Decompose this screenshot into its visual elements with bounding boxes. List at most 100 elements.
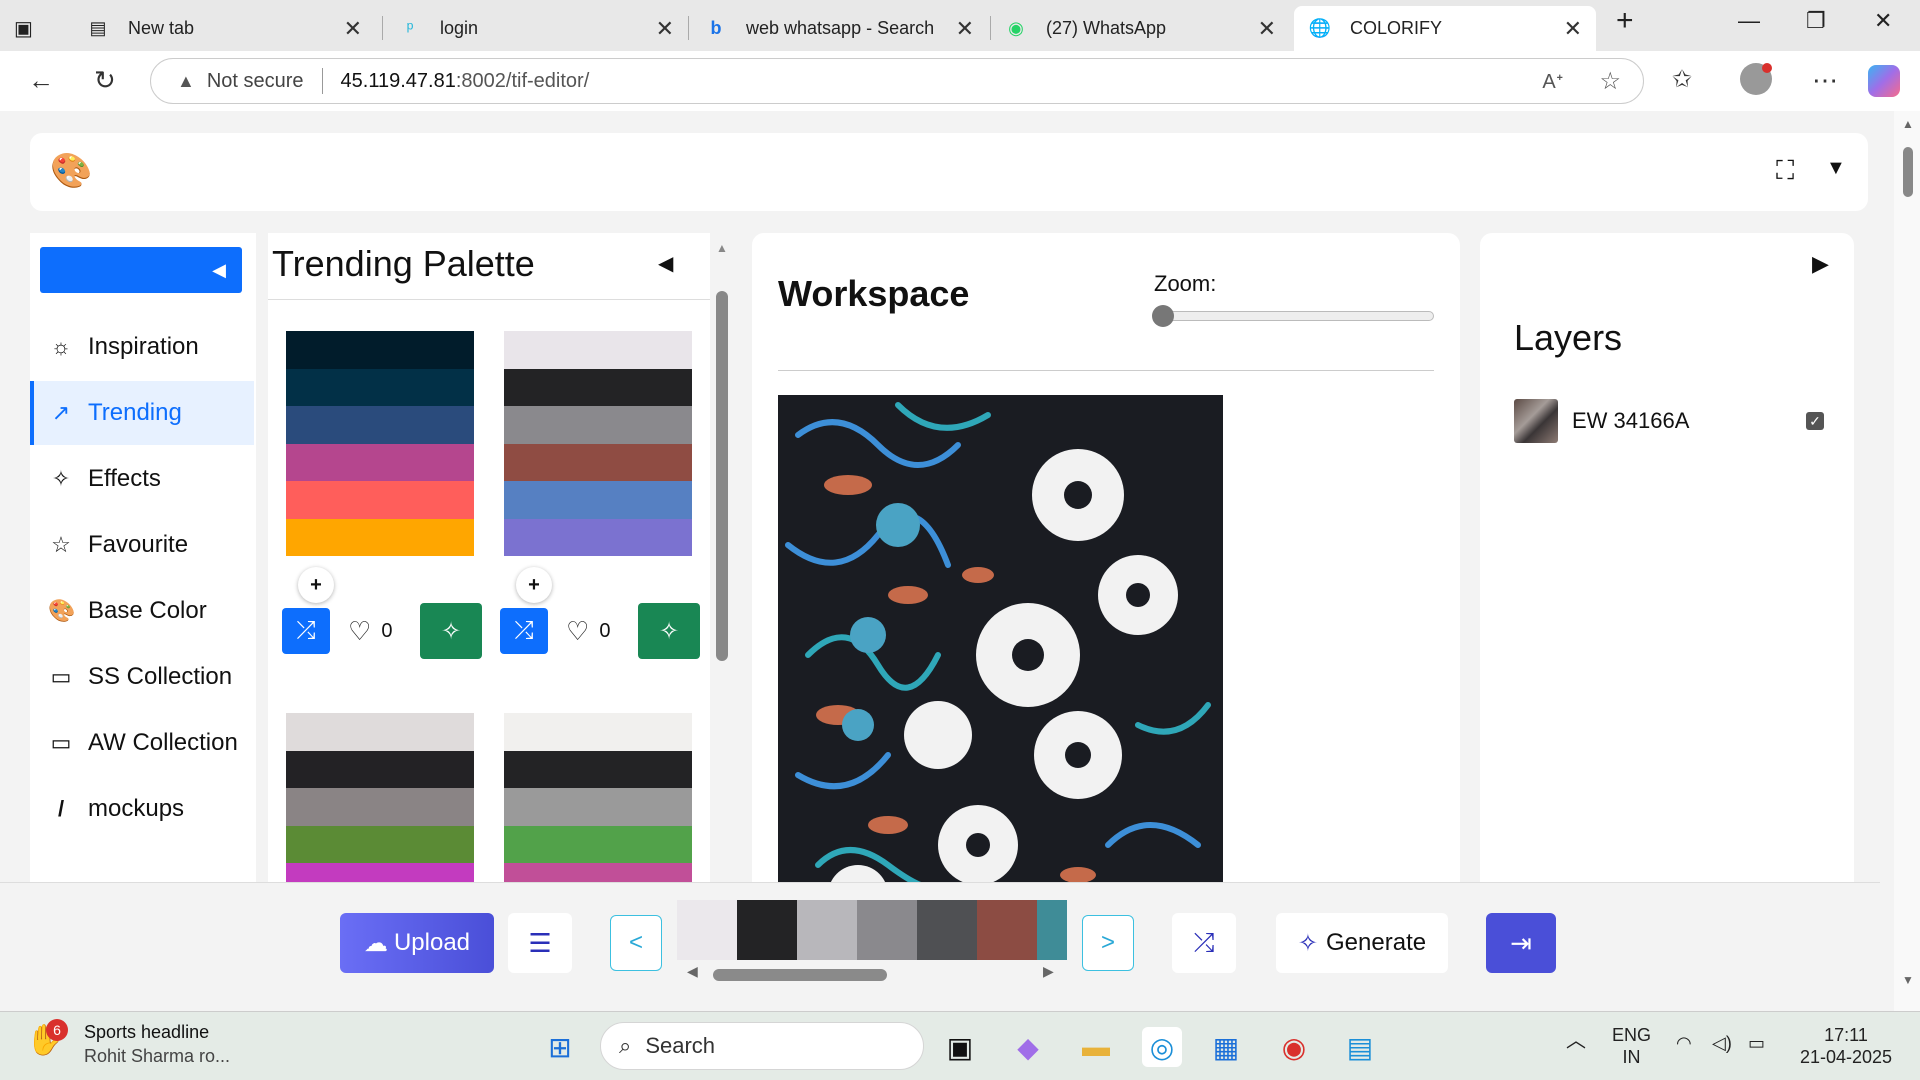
previous-button[interactable]: < — [610, 915, 662, 971]
scroll-left-icon[interactable]: ◀ — [687, 963, 698, 980]
minimize-icon[interactable]: — — [1738, 8, 1760, 34]
apply-effect-button[interactable]: ✧ — [638, 603, 700, 659]
upload-button[interactable]: ☁ Upload — [340, 913, 494, 973]
scrollbar-thumb[interactable] — [713, 969, 887, 981]
shuffle-button[interactable]: ⤮ — [282, 608, 330, 654]
shuffle-button[interactable]: ⤮ — [500, 608, 548, 654]
read-aloud-icon[interactable]: Aᐩ — [1542, 69, 1563, 94]
strip-color-swatch[interactable] — [917, 900, 977, 960]
color-swatch[interactable] — [504, 713, 692, 751]
color-swatch[interactable] — [504, 406, 692, 444]
collapse-panel-icon[interactable]: ◀ — [658, 251, 673, 276]
edge-browser-icon[interactable]: ◎ — [1142, 1027, 1182, 1067]
color-swatch[interactable] — [504, 788, 692, 826]
color-strip-scrollbar[interactable]: ◀ ▶ — [677, 963, 1067, 982]
task-view-icon[interactable]: ▣ — [940, 1027, 980, 1067]
strip-color-swatch[interactable] — [1037, 900, 1067, 960]
tab-new-tab[interactable]: ▤ New tab ✕ — [72, 6, 376, 51]
favorite-star-icon[interactable]: ☆ — [1599, 67, 1621, 96]
shuffle-colors-button[interactable]: ⤮ — [1172, 913, 1236, 973]
color-swatch[interactable] — [286, 518, 474, 556]
clock[interactable]: 17:11 21-04-2025 — [1798, 1024, 1894, 1068]
generate-button[interactable]: ✧ Generate — [1276, 913, 1448, 973]
color-swatch[interactable] — [504, 481, 692, 519]
color-swatch[interactable] — [286, 750, 474, 788]
copilot-app-icon[interactable]: ◆ — [1008, 1027, 1048, 1067]
sidebar-item-ss-collection[interactable]: ▭ SS Collection — [30, 645, 254, 709]
color-swatch[interactable] — [504, 518, 692, 556]
sidebar-item-favourite[interactable]: ☆ Favourite — [30, 513, 254, 577]
color-swatch[interactable] — [286, 368, 474, 406]
close-tab-icon[interactable]: ✕ — [1258, 16, 1276, 42]
scrollbar-thumb[interactable] — [716, 291, 728, 661]
microsoft-store-icon[interactable]: ▦ — [1206, 1027, 1246, 1067]
url-field[interactable]: ▲ Not secure 45.119.47.81 :8002/tif-edit… — [150, 58, 1644, 104]
strip-color-swatch[interactable] — [737, 900, 797, 960]
strip-color-swatch[interactable] — [857, 900, 917, 960]
next-button[interactable]: > — [1082, 915, 1134, 971]
color-swatch[interactable] — [286, 825, 474, 863]
heart-icon[interactable]: ♡ — [348, 616, 371, 647]
color-swatch[interactable] — [504, 750, 692, 788]
color-swatch[interactable] — [286, 406, 474, 444]
tab-actions-button[interactable]: ▣ — [14, 6, 38, 51]
zoom-slider-thumb[interactable] — [1152, 305, 1174, 327]
tab-login[interactable]: ᵖ login ✕ — [384, 6, 688, 51]
news-widget[interactable]: ✋ 6 Sports headline Rohit Sharma ro... — [26, 1019, 230, 1068]
apply-effect-button[interactable]: ✧ — [420, 603, 482, 659]
close-tab-icon[interactable]: ✕ — [956, 16, 974, 42]
scroll-up-icon[interactable]: ▲ — [1902, 117, 1914, 131]
color-swatch[interactable] — [286, 331, 474, 369]
collapse-sidebar-button[interactable]: ◀ — [40, 247, 242, 293]
strip-color-swatch[interactable] — [977, 900, 1037, 960]
volume-icon[interactable]: ◁) — [1712, 1032, 1732, 1054]
palette-logo-icon[interactable]: 🎨 — [50, 151, 92, 191]
palette-swatches[interactable] — [286, 713, 474, 901]
chevron-up-icon[interactable]: ︿ — [1566, 1030, 1586, 1052]
close-window-icon[interactable]: ✕ — [1874, 8, 1892, 34]
back-arrow-icon[interactable]: ← — [28, 65, 54, 96]
wifi-icon[interactable]: ◠ — [1676, 1032, 1692, 1054]
taskbar-search[interactable]: ⌕ Search — [600, 1022, 924, 1070]
chrome-icon[interactable]: ◉ — [1274, 1027, 1314, 1067]
sidebar-item-mockups[interactable]: / mockups — [30, 777, 254, 841]
add-palette-button[interactable]: + — [298, 567, 334, 603]
strip-color-swatch[interactable] — [677, 900, 737, 960]
palette-swatches[interactable] — [286, 331, 474, 556]
close-tab-icon[interactable]: ✕ — [656, 16, 674, 42]
color-swatch[interactable] — [504, 443, 692, 481]
sidebar-item-trending[interactable]: ↗ Trending — [30, 381, 254, 445]
user-profile-icon[interactable]: ⛶ — [1776, 155, 1794, 187]
battery-icon[interactable]: ▭ — [1748, 1032, 1765, 1054]
zoom-slider[interactable] — [1154, 311, 1434, 321]
layer-visibility-checkbox[interactable]: ✓ — [1806, 412, 1824, 430]
color-swatch[interactable] — [286, 788, 474, 826]
color-swatch[interactable] — [504, 825, 692, 863]
favorites-icon[interactable]: ✩ — [1672, 65, 1692, 94]
layer-row[interactable]: EW 34166A ✓ — [1514, 399, 1824, 443]
color-swatch[interactable] — [286, 481, 474, 519]
refresh-icon[interactable]: ↻ — [94, 65, 116, 96]
heart-icon[interactable]: ♡ — [566, 616, 589, 647]
sidebar-item-base-color[interactable]: 🎨 Base Color — [30, 579, 254, 643]
chevron-down-icon[interactable]: ▼ — [1826, 157, 1846, 180]
sidebar-item-aw-collection[interactable]: ▭ AW Collection — [30, 711, 254, 775]
language-indicator[interactable]: ENG IN — [1612, 1024, 1651, 1068]
sidebar-item-inspiration[interactable]: ☼ Inspiration — [30, 315, 254, 379]
new-tab-icon[interactable]: + — [1616, 4, 1634, 38]
windows-start-icon[interactable]: ⊞ — [540, 1027, 580, 1067]
expand-panel-icon[interactable]: ▶ — [1812, 251, 1829, 277]
color-swatch[interactable] — [504, 331, 692, 369]
tab-search[interactable]: b web whatsapp - Search ✕ — [690, 6, 988, 51]
scroll-up-icon[interactable]: ▲ — [716, 241, 728, 255]
color-swatch[interactable] — [286, 713, 474, 751]
strip-color-swatch[interactable] — [797, 900, 857, 960]
copilot-icon[interactable] — [1868, 65, 1900, 97]
security-label[interactable]: Not secure — [207, 70, 304, 93]
scroll-down-icon[interactable]: ▼ — [1902, 973, 1914, 987]
color-swatch[interactable] — [286, 443, 474, 481]
sidebar-item-effects[interactable]: ✧ Effects — [30, 447, 254, 511]
scroll-right-icon[interactable]: ▶ — [1043, 963, 1054, 980]
tab-whatsapp[interactable]: ◉ (27) WhatsApp ✕ — [990, 6, 1290, 51]
close-tab-icon[interactable]: ✕ — [344, 16, 362, 42]
